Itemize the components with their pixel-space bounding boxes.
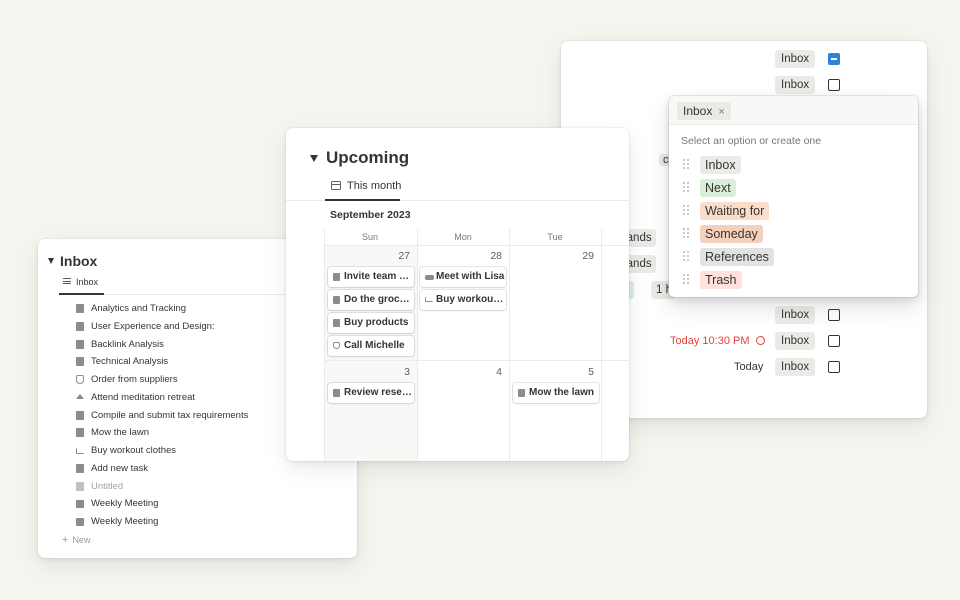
status-tag[interactable]: Inbox [775, 332, 816, 350]
retreat-icon [76, 394, 84, 399]
page-icon [76, 340, 84, 349]
option-tag: Inbox [700, 156, 741, 174]
select-search-bar[interactable]: Inbox × [669, 96, 918, 125]
day-number: 5 [588, 366, 594, 378]
option-someday[interactable]: Someday [669, 224, 918, 244]
page-icon [76, 304, 84, 313]
cart-icon [76, 448, 84, 454]
calendar-event[interactable]: Call Michelle [328, 336, 414, 356]
page-icon [76, 357, 84, 366]
drag-handle-icon[interactable] [683, 251, 691, 263]
due-date: Today 10:30 PM [670, 335, 765, 347]
phone-icon [76, 375, 84, 384]
checkbox[interactable] [828, 361, 840, 373]
page-title: Inbox [60, 253, 98, 269]
option-trash[interactable]: Trash [669, 270, 918, 290]
option-references[interactable]: References [669, 247, 918, 267]
calendar-icon [331, 181, 341, 190]
page-icon [333, 273, 340, 281]
new-item-button[interactable]: + New [62, 534, 90, 546]
option-waiting-for[interactable]: Waiting for [669, 201, 918, 221]
drag-handle-icon[interactable] [683, 159, 691, 171]
page-icon [76, 428, 84, 437]
calendar-event[interactable]: Invite team members [328, 267, 414, 287]
option-tag: Trash [700, 271, 742, 289]
checkbox[interactable] [828, 335, 840, 347]
option-tag: Someday [700, 225, 763, 243]
calendar-event[interactable]: Mow the lawn [513, 383, 599, 403]
toggle-triangle-icon[interactable] [48, 258, 54, 264]
checkbox[interactable] [828, 309, 840, 321]
page-icon [76, 322, 84, 331]
page-icon [76, 482, 84, 491]
list-icon [63, 278, 71, 284]
close-icon[interactable]: × [718, 106, 724, 118]
grid-line [324, 228, 325, 461]
due-date: Today [734, 361, 764, 373]
calendar-event[interactable]: Meet with Lisa [420, 267, 506, 287]
weekday-label: Mon [454, 232, 472, 242]
grid-line [509, 228, 510, 461]
table-row[interactable]: Inbox [561, 50, 927, 70]
active-tab-underline [59, 293, 104, 295]
grid-line [417, 228, 418, 461]
status-tag[interactable]: Inbox [775, 50, 816, 68]
checkbox-indeterminate[interactable] [828, 53, 840, 65]
drag-handle-icon[interactable] [683, 182, 691, 194]
toggle-triangle-icon[interactable] [310, 155, 318, 162]
day-number: 27 [398, 250, 410, 262]
page-icon [333, 319, 340, 327]
calendar-event[interactable]: Buy products [328, 313, 414, 333]
option-inbox[interactable]: Inbox [669, 155, 918, 175]
grid-line [324, 360, 629, 361]
option-tag: References [700, 248, 774, 266]
day-number: 4 [496, 366, 502, 378]
dropdown-hint: Select an option or create one [681, 135, 822, 147]
option-next[interactable]: Next [669, 178, 918, 198]
option-tag: Next [700, 179, 736, 197]
tab-this-month[interactable]: This month [325, 177, 407, 201]
weekday-label: Sun [361, 232, 378, 242]
page-icon [518, 389, 525, 397]
select-options-dropdown: Inbox × Select an option or create one In… [669, 96, 918, 297]
phone-icon [333, 342, 340, 349]
table-row[interactable]: Inbox [561, 76, 927, 96]
meeting-icon [76, 518, 84, 526]
calendar-event[interactable]: Do the groceries [328, 290, 414, 310]
calendar-event[interactable]: Buy workout clothes [420, 290, 506, 310]
drag-handle-icon[interactable] [683, 274, 691, 286]
meeting-icon [76, 500, 84, 508]
day-number: 3 [404, 366, 410, 378]
active-tab-underline [325, 199, 400, 201]
day-number: 29 [582, 250, 594, 262]
page-icon [76, 411, 84, 420]
page-title: Upcoming [326, 148, 410, 167]
page-icon [333, 296, 340, 304]
tab-inbox[interactable]: Inbox [63, 277, 98, 287]
calendar-event[interactable]: Review research [328, 383, 414, 403]
page-icon [76, 464, 84, 473]
plus-icon: + [62, 534, 69, 546]
upcoming-calendar-card: Upcoming This month September 2023 Sun M… [286, 128, 629, 461]
cart-icon [425, 297, 433, 302]
drag-handle-icon[interactable] [683, 228, 691, 240]
month-label: September 2023 [330, 209, 411, 221]
drag-handle-icon[interactable] [683, 205, 691, 217]
page-icon [333, 389, 340, 397]
people-icon [425, 275, 434, 280]
alarm-clock-icon [755, 336, 765, 345]
grid-line [324, 245, 629, 246]
selected-option-chip[interactable]: Inbox × [677, 102, 731, 120]
checkbox[interactable] [828, 79, 840, 91]
weekday-label: Tue [547, 232, 563, 242]
status-tag[interactable]: Inbox [775, 76, 816, 94]
status-tag[interactable]: Inbox [775, 358, 816, 376]
status-tag[interactable]: Inbox [775, 306, 816, 324]
grid-line [601, 228, 602, 461]
day-number: 28 [490, 250, 502, 262]
option-tag: Waiting for [700, 202, 770, 220]
